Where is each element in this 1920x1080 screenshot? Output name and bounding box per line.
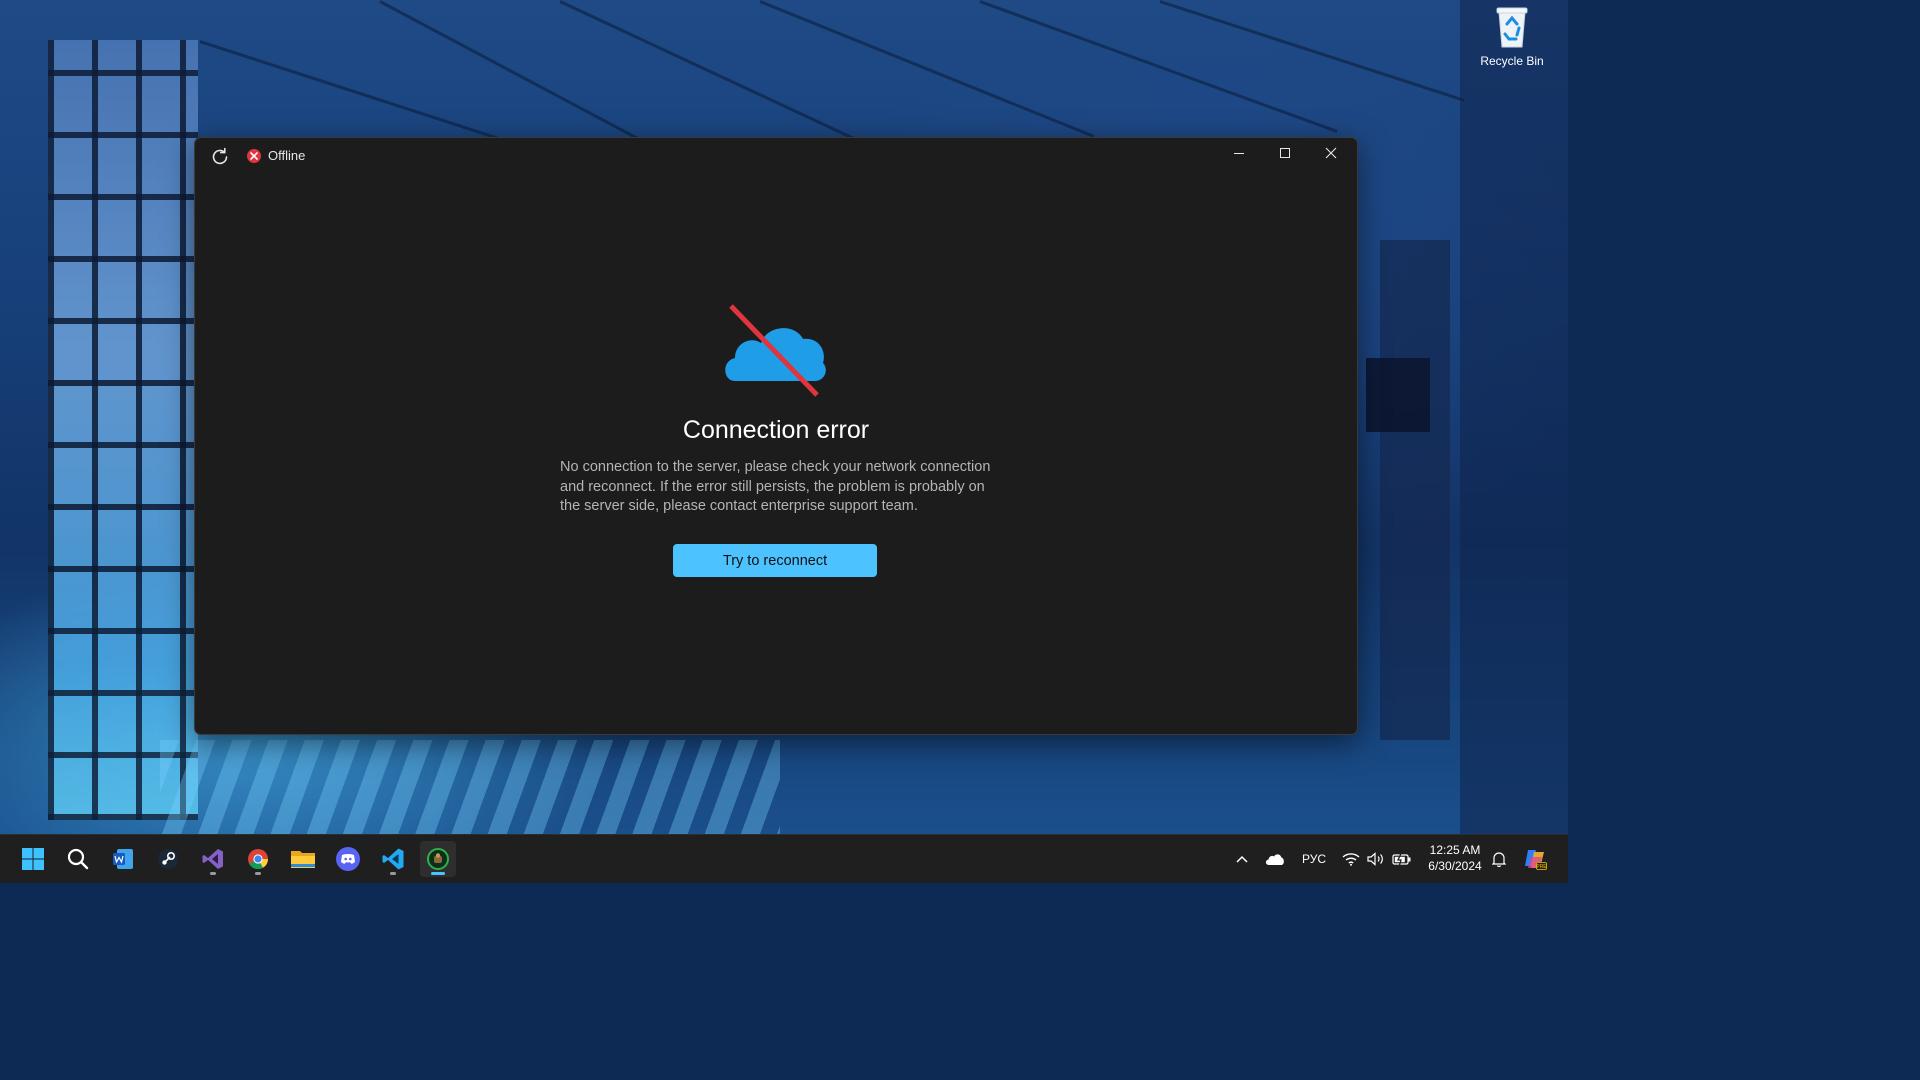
- error-panel: Connection error No connection to the se…: [195, 138, 1357, 734]
- clock[interactable]: 12:25 AM 6/30/2024: [1420, 842, 1490, 874]
- error-message: No connection to the server, please chec…: [560, 459, 991, 514]
- battery-tray-button[interactable]: [1390, 835, 1414, 883]
- chrome-icon: [248, 849, 269, 870]
- clock-date: 6/30/2024: [1428, 859, 1482, 873]
- onedrive-cloud-icon: [1265, 854, 1284, 865]
- bell-icon: [1492, 852, 1506, 867]
- volume-tray-button[interactable]: [1365, 835, 1387, 883]
- discord-taskbar-button[interactable]: [330, 841, 366, 877]
- reconnect-button[interactable]: Try to reconnect: [673, 544, 877, 577]
- show-hidden-icons-button[interactable]: [1230, 835, 1254, 883]
- windows-start-icon: [22, 848, 44, 870]
- search-icon: [67, 848, 89, 870]
- battery-charging-icon: [1392, 853, 1411, 865]
- recycle-bin[interactable]: Recycle Bin: [1478, 6, 1546, 68]
- notifications-button[interactable]: [1489, 835, 1509, 883]
- steam-taskbar-button[interactable]: [150, 841, 186, 877]
- wifi-tray-button[interactable]: [1340, 835, 1362, 883]
- volume-icon: [1367, 852, 1383, 866]
- start-button[interactable]: [15, 841, 51, 877]
- active-app-taskbar-button[interactable]: [420, 841, 456, 877]
- chrome-taskbar-button[interactable]: [240, 841, 276, 877]
- file-explorer-taskbar-button[interactable]: [285, 841, 321, 877]
- vscode-icon: [382, 848, 404, 870]
- vscode-taskbar-button[interactable]: [375, 841, 411, 877]
- error-title: Connection error: [682, 416, 870, 444]
- file-explorer-icon: [291, 851, 315, 868]
- taskbar: РУС 12:25 AM 6/30/2024 PRE: [0, 834, 1568, 883]
- recycle-bin-icon: [1495, 6, 1529, 48]
- copilot-button[interactable]: PRE: [1520, 835, 1550, 883]
- visual-studio-icon: [202, 849, 223, 869]
- chevron-up-icon: [1236, 855, 1248, 863]
- svg-text:PRE: PRE: [1536, 864, 1547, 870]
- visual-studio-taskbar-button[interactable]: [195, 841, 231, 877]
- word-icon: [113, 849, 133, 869]
- steam-icon: [158, 849, 178, 869]
- app-window: Offline Connection error No connection t…: [194, 137, 1358, 735]
- word-taskbar-button[interactable]: [105, 841, 141, 877]
- language-indicator[interactable]: РУС: [1296, 835, 1332, 883]
- onedrive-tray-button[interactable]: [1262, 835, 1288, 883]
- cloud-offline-icon: [721, 303, 831, 398]
- wifi-icon: [1342, 853, 1360, 866]
- copilot-icon: PRE: [1525, 850, 1547, 870]
- discord-icon: [336, 847, 360, 871]
- search-button[interactable]: [60, 841, 96, 877]
- clock-time: 12:25 AM: [1429, 843, 1481, 857]
- app-icon: [427, 848, 449, 870]
- recycle-bin-label: Recycle Bin: [1480, 54, 1544, 68]
